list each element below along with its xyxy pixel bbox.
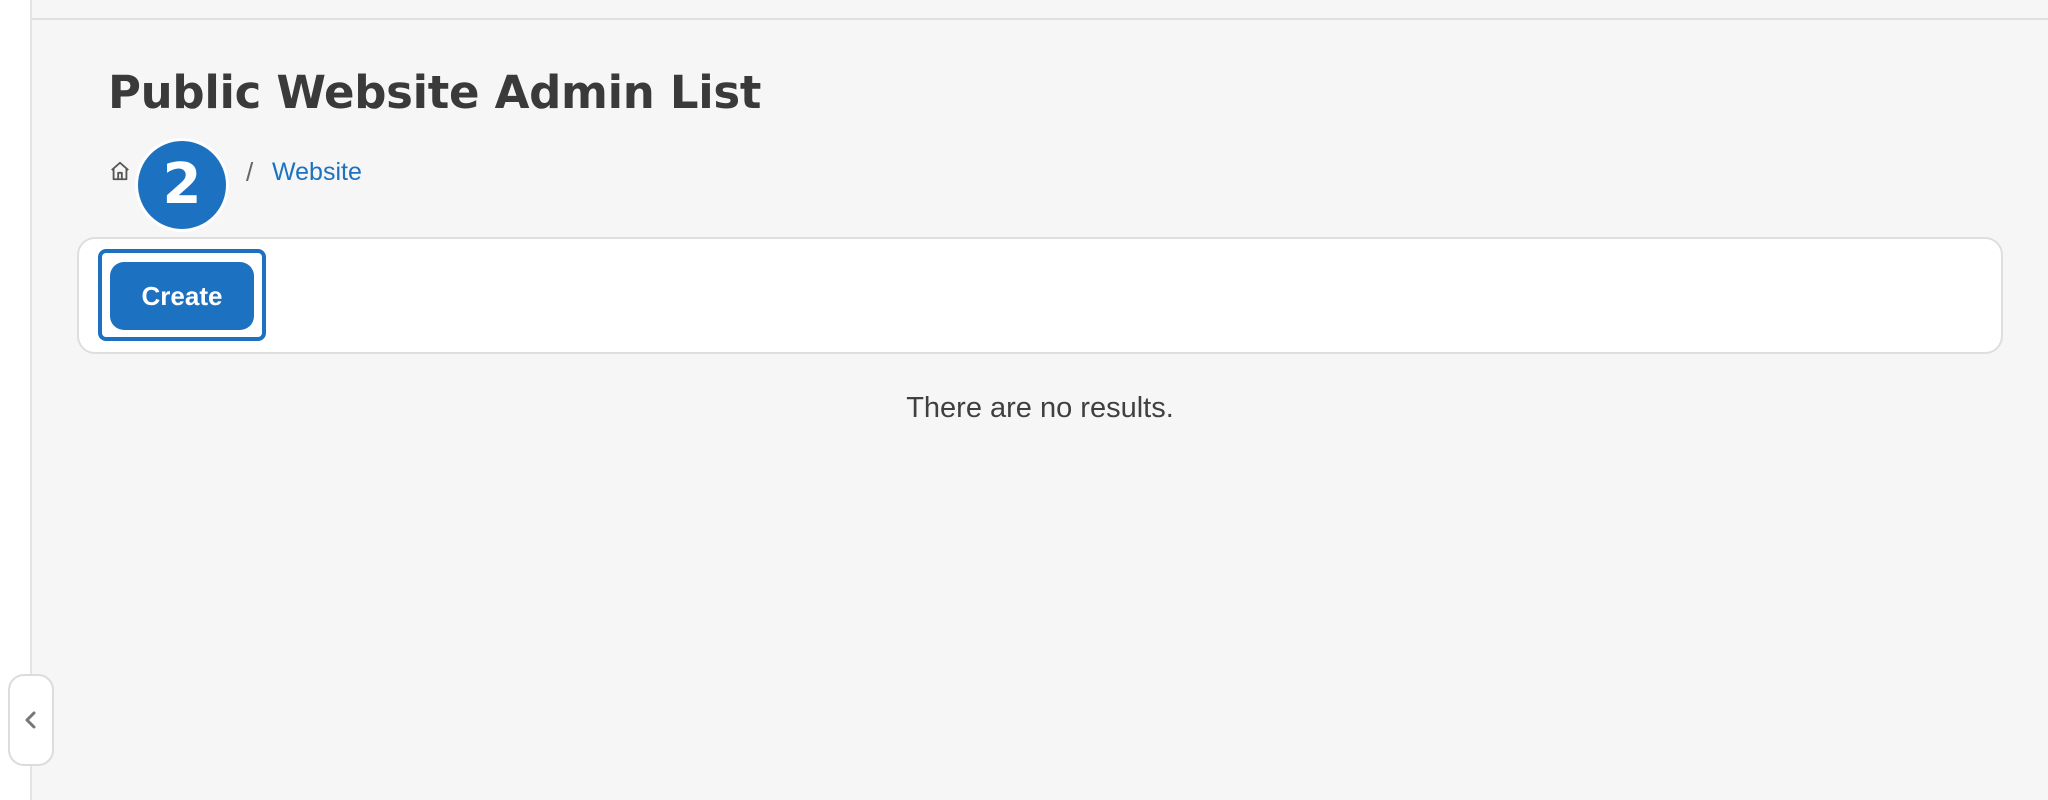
step-number-badge: 2 bbox=[135, 138, 229, 232]
breadcrumb-separator: / bbox=[246, 157, 254, 187]
create-button[interactable]: Create bbox=[110, 262, 254, 330]
empty-results-message: There are no results. bbox=[906, 392, 1174, 424]
page: Public Website Admin List / Website 2 Cr… bbox=[0, 0, 2048, 800]
breadcrumb-home-link[interactable] bbox=[108, 159, 132, 183]
page-title: Public Website Admin List bbox=[108, 66, 762, 119]
toolbar-card bbox=[77, 237, 2003, 354]
sidebar-collapse-button[interactable] bbox=[8, 674, 54, 766]
home-icon bbox=[111, 161, 129, 181]
top-bar bbox=[32, 0, 2048, 20]
chevron-left-icon bbox=[25, 711, 36, 729]
breadcrumb-website-link[interactable]: Website bbox=[272, 158, 362, 187]
